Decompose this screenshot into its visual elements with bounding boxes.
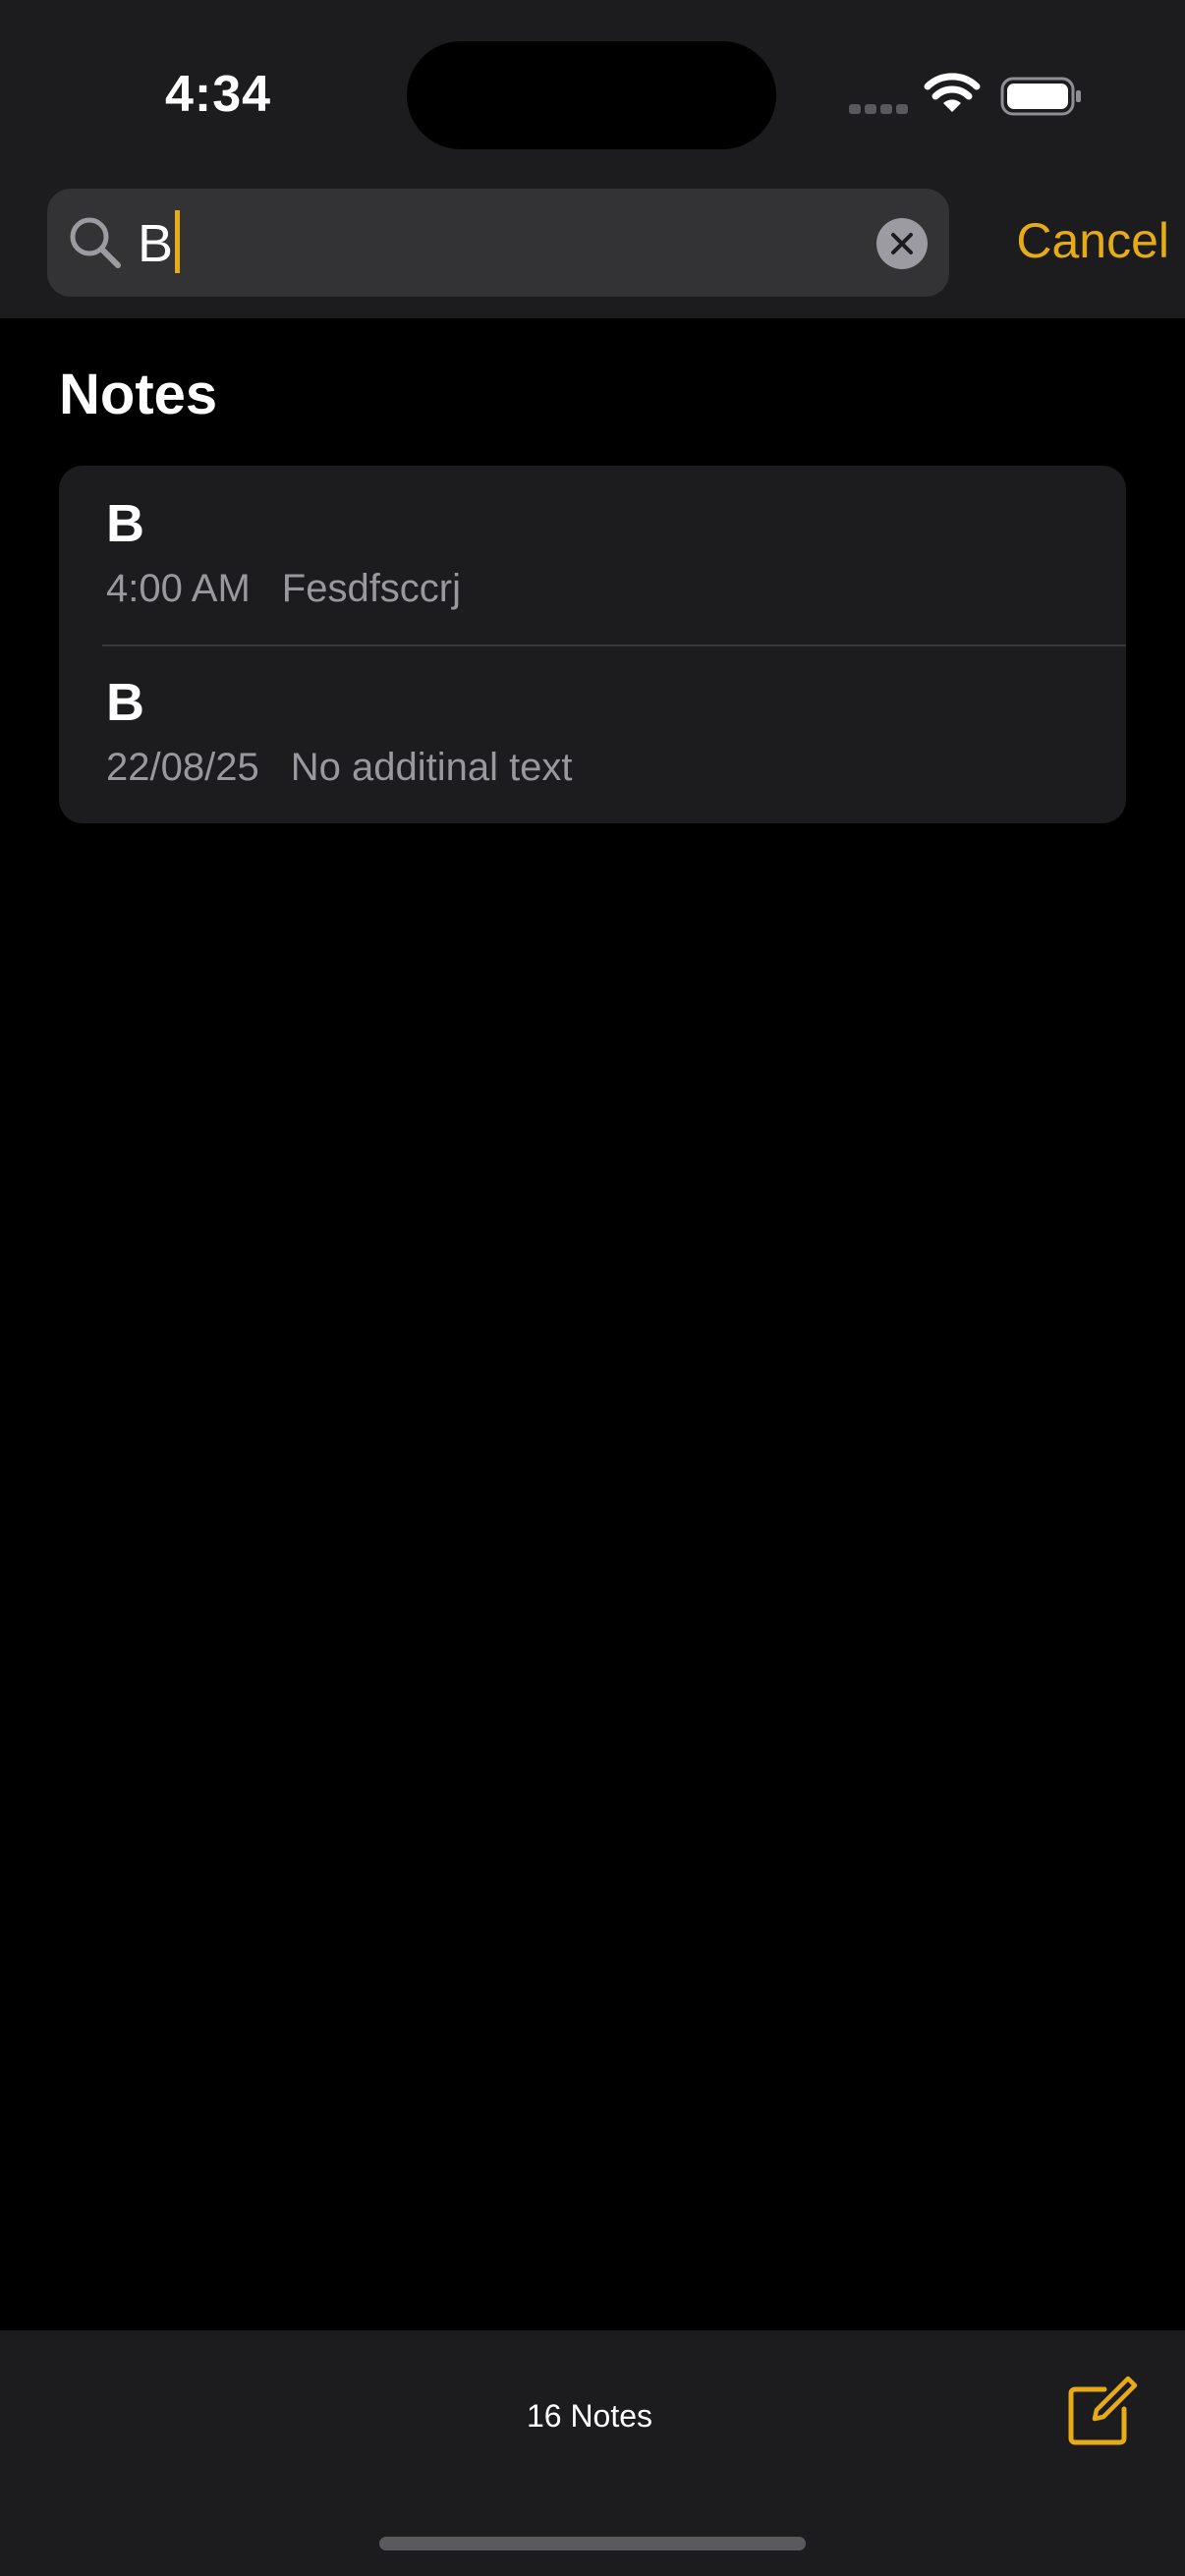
note-title: B [106, 673, 144, 732]
section-title: Notes [59, 363, 218, 426]
home-indicator [379, 2537, 806, 2550]
cancel-button[interactable]: Cancel [973, 206, 1169, 275]
clear-icon [891, 233, 913, 254]
status-time: 4:34 [164, 66, 272, 123]
compose-icon[interactable] [1065, 2374, 1140, 2448]
signal-icon [849, 104, 908, 114]
note-meta: 4:00 AM Fesdfsccrj [106, 562, 461, 615]
search-field[interactable]: B [47, 189, 949, 297]
notes-list: B 4:00 AM Fesdfsccrj B 22/08/25 No additin… [59, 466, 1126, 823]
notes-count: 16 Notes [526, 2398, 653, 2434]
note-title: B [106, 494, 144, 553]
magnifying-glass-icon [70, 217, 121, 268]
top-bar: 4:34 B Cancel [0, 0, 1185, 318]
note-row[interactable]: B 4:00 AM Fesdfsccrj [59, 466, 1126, 646]
note-row[interactable]: B 22/08/25 No additinal text [59, 644, 1126, 823]
note-meta: 22/08/25 No additinal text [106, 741, 573, 794]
bottom-toolbar: 16 Notes [0, 2330, 1185, 2576]
note-preview: Fesdfsccrj [281, 567, 462, 610]
search-input[interactable]: B [138, 210, 181, 276]
text-caret [175, 210, 181, 273]
note-date: 4:00 AM [106, 567, 251, 610]
clear-search-button[interactable] [876, 218, 928, 269]
battery-icon [1000, 77, 1081, 116]
note-preview: No additinal text [290, 746, 573, 789]
wifi-icon [924, 73, 981, 112]
search-query: B [138, 214, 174, 273]
note-date: 22/08/25 [106, 746, 259, 789]
dynamic-island [407, 41, 776, 149]
